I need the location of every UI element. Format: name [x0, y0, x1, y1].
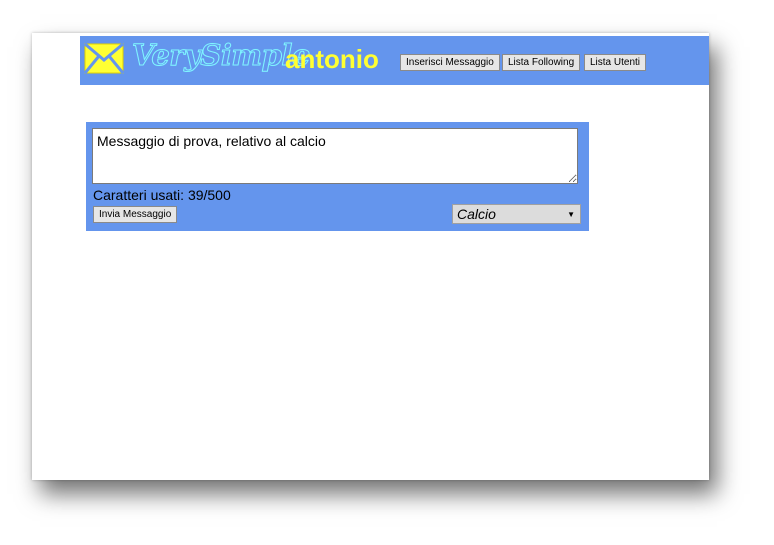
message-composer: Messaggio di prova, relativo al calcio C…	[86, 122, 589, 231]
char-counter-value: 39/500	[187, 187, 231, 203]
username-label: antonio	[285, 44, 379, 74]
users-list-button[interactable]: Lista Utenti	[584, 54, 647, 71]
insert-message-button[interactable]: Inserisci Messaggio	[400, 54, 500, 71]
envelope-icon	[84, 43, 124, 74]
send-message-button[interactable]: Invia Messaggio	[93, 206, 178, 223]
char-counter: Caratteri usati: 39/500	[93, 187, 231, 203]
category-selected-value: Calcio	[457, 206, 496, 222]
message-textarea[interactable]: Messaggio di prova, relativo al calcio	[92, 128, 578, 184]
header-bar: VerySimple antonio Inserisci Messaggio L…	[80, 36, 709, 85]
page-frame: VerySimple antonio Inserisci Messaggio L…	[32, 33, 709, 480]
char-counter-label: Caratteri usati:	[93, 187, 185, 203]
triangle-down-icon: ▼	[567, 210, 575, 219]
following-list-button[interactable]: Lista Following	[502, 54, 581, 71]
category-select[interactable]: Calcio ▼	[452, 204, 581, 224]
logo-text: VerySimple	[132, 38, 311, 73]
